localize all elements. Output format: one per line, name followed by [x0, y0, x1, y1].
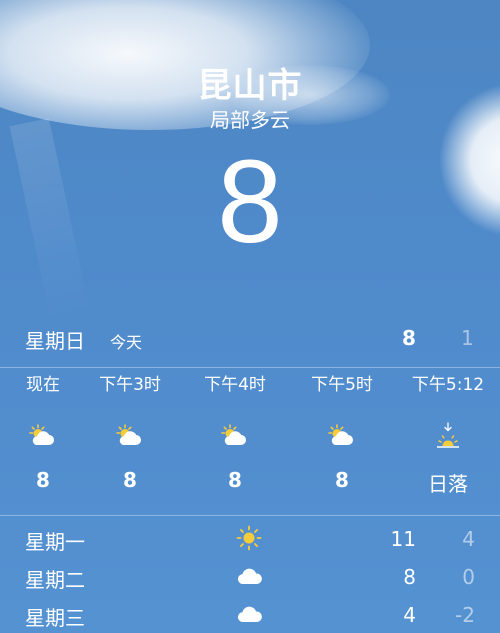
hourly-temp: 8 — [123, 468, 137, 492]
hourly-item: 下午4时 8 — [185, 370, 285, 492]
current-temperature: 8 — [217, 136, 283, 268]
cloud-icon — [232, 561, 266, 591]
daily-day: 星期二 — [25, 568, 85, 592]
daily-high: 4 — [403, 603, 416, 627]
current-condition: 局部多云 — [210, 108, 290, 132]
today-summary-row: 星期日 今天 8 1 — [0, 321, 500, 357]
hourly-temp: 8 — [228, 468, 242, 492]
today-low: 1 — [461, 326, 474, 350]
today-label: 今天 — [110, 333, 143, 352]
hourly-item: 下午5时 8 — [292, 370, 392, 492]
partly-cloudy-icon — [292, 414, 392, 458]
partly-cloudy-icon — [80, 414, 180, 458]
divider-top — [0, 367, 500, 368]
daily-high: 11 — [390, 527, 416, 551]
daily-low: 4 — [462, 527, 475, 551]
hourly-item: 下午5:12 日落 — [398, 370, 498, 497]
hourly-temp: 8 — [335, 468, 349, 492]
daily-row: 星期一 11 4 — [0, 521, 500, 555]
daily-row: 星期二 8 0 — [0, 559, 500, 593]
daily-row: 星期三 4 -2 — [0, 597, 500, 631]
sunset-label: 日落 — [428, 472, 468, 496]
hourly-time: 下午5:12 — [411, 375, 485, 395]
sun-icon — [232, 523, 266, 553]
partly-cloudy-icon — [185, 414, 285, 458]
divider-bottom — [0, 515, 500, 516]
daily-low: -2 — [455, 603, 475, 627]
hourly-time: 下午4时 — [204, 375, 266, 395]
today-day: 星期日 — [25, 329, 85, 353]
today-high: 8 — [402, 326, 416, 350]
hourly-time: 下午3时 — [99, 375, 161, 395]
daily-day: 星期三 — [25, 606, 85, 630]
sunset-icon — [398, 414, 498, 458]
daily-day: 星期一 — [25, 530, 85, 554]
hourly-item: 下午3时 8 — [80, 370, 180, 492]
hourly-time: 下午5时 — [311, 375, 373, 395]
daily-high: 8 — [403, 565, 416, 589]
daily-low: 0 — [462, 565, 475, 589]
hourly-forecast[interactable]: 现在 8 下午3时 8 下午4时 8 下午5时 8 下午5:12 日落 — [0, 370, 500, 506]
cloud-icon — [232, 599, 266, 629]
city-name: 昆山市 — [197, 66, 303, 106]
